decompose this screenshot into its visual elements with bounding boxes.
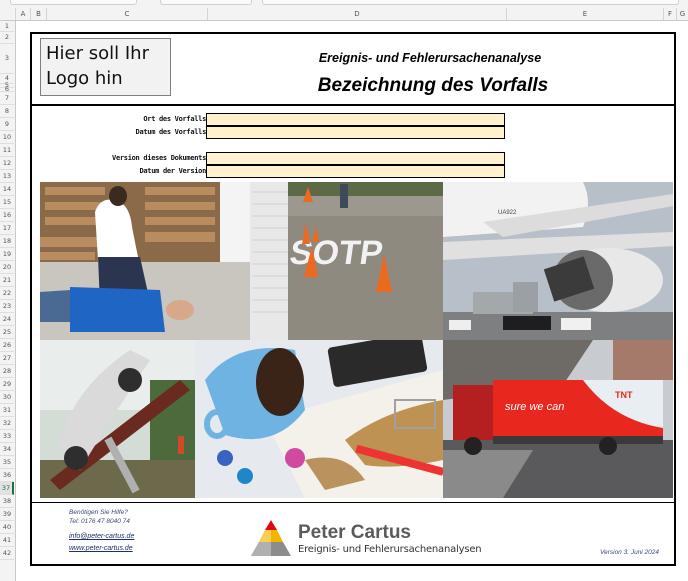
- row-header-23[interactable]: 23: [0, 300, 14, 313]
- row-header-25[interactable]: 25: [0, 326, 14, 339]
- website-link[interactable]: www.peter-cartus.de: [69, 545, 133, 552]
- column-headers: A B C D E F G: [0, 8, 688, 21]
- row-header-9[interactable]: 9: [0, 118, 14, 131]
- document-subtitle: Ereignis- und Fehlerursachenanalyse: [318, 51, 542, 65]
- field-label-document-version: Version dieses Dokuments: [112, 154, 206, 162]
- row-header-28[interactable]: 28: [0, 365, 14, 378]
- coffee-spill-photo: [195, 340, 443, 498]
- column-header-g[interactable]: G: [677, 8, 688, 20]
- row-header-17[interactable]: 17: [0, 222, 14, 235]
- row-header-42[interactable]: 42: [0, 547, 14, 560]
- row-header-41[interactable]: 41: [0, 534, 14, 547]
- row-header-38[interactable]: 38: [0, 495, 14, 508]
- row-header-35[interactable]: 35: [0, 456, 14, 469]
- logo-placeholder-line1: Hier soll Ihr: [46, 43, 149, 64]
- car-lift-photo: [40, 340, 195, 498]
- ribbon-remnant: [0, 0, 688, 8]
- svg-text:SOTP: SOTP: [288, 234, 385, 272]
- document-version-input[interactable]: [206, 152, 505, 165]
- row-header-24[interactable]: 24: [0, 313, 14, 326]
- footer-divider: [30, 502, 676, 503]
- stop-marking-photo: SOTP: [288, 182, 443, 340]
- row-header-30[interactable]: 30: [0, 391, 14, 404]
- row-header-29[interactable]: 29: [0, 378, 14, 391]
- header-divider: [30, 104, 676, 106]
- row-header-19[interactable]: 19: [0, 248, 14, 261]
- row-header-3[interactable]: 3: [0, 44, 14, 74]
- incident-title[interactable]: Bezeichnung des Vorfalls: [280, 75, 586, 97]
- truck-brand: TNT: [615, 390, 633, 400]
- pyramid-logo-icon: [251, 520, 291, 556]
- incident-location-input[interactable]: [206, 113, 505, 126]
- row-header-8[interactable]: 8: [0, 105, 14, 118]
- row-header-36[interactable]: 36: [0, 469, 14, 482]
- row-header-12[interactable]: 12: [0, 157, 14, 170]
- field-label-version-date: Datum der Version: [139, 167, 206, 175]
- row-header-22[interactable]: 22: [0, 287, 14, 300]
- column-header-a[interactable]: A: [16, 8, 31, 20]
- email-link[interactable]: info@peter-cartus.de: [69, 533, 134, 540]
- row-header-16[interactable]: 16: [0, 209, 14, 222]
- version-date-input[interactable]: [206, 165, 505, 178]
- row-header-32[interactable]: 32: [0, 417, 14, 430]
- formula-bar[interactable]: [262, 0, 679, 5]
- svg-text:UA922: UA922: [498, 210, 517, 216]
- row-header-13[interactable]: 13: [0, 170, 14, 183]
- select-all-corner[interactable]: [0, 8, 16, 20]
- truck-bridge-photo: sure we can TNT: [443, 340, 673, 498]
- row-header-27[interactable]: 27: [0, 352, 14, 365]
- row-header-39[interactable]: 39: [0, 508, 14, 521]
- row-header-18[interactable]: 18: [0, 235, 14, 248]
- incident-date-input[interactable]: [206, 126, 505, 139]
- name-box[interactable]: [10, 0, 137, 5]
- logo-placeholder-line2: Logo hin: [46, 68, 123, 89]
- truck-slogan: sure we can: [505, 401, 564, 413]
- column-header-e[interactable]: E: [507, 8, 664, 20]
- row-header-33[interactable]: 33: [0, 430, 14, 443]
- help-text: Benötigen Sie Hilfe?: [69, 509, 128, 516]
- field-label-incident-date: Datum des Vorfalls: [135, 128, 207, 136]
- row-header-40[interactable]: 40: [0, 521, 14, 534]
- column-header-b[interactable]: B: [31, 8, 47, 20]
- row-headers: 1 2 3 4 5 6 7 8 9 10 11 12 13 14 15 16 17 18 19 20 21 22 23 24 2…: [0, 21, 16, 581]
- row-header-7[interactable]: 7: [0, 92, 14, 105]
- airplane-engine-photo: UA922: [443, 182, 673, 340]
- formula-controls[interactable]: [160, 0, 252, 5]
- column-header-f[interactable]: F: [664, 8, 677, 20]
- row-header-21[interactable]: 21: [0, 274, 14, 287]
- row-header-26[interactable]: 26: [0, 339, 14, 352]
- column-header-d[interactable]: D: [208, 8, 507, 20]
- first-aid-photo: [40, 182, 288, 340]
- brand-tagline: Ereignis- und Fehlerursachenanalysen: [298, 544, 482, 555]
- field-label-incident-location: Ort des Vorfalls: [143, 115, 206, 123]
- row-header-2[interactable]: 2: [0, 32, 14, 44]
- row-header-15[interactable]: 15: [0, 196, 14, 209]
- column-header-c[interactable]: C: [47, 8, 208, 20]
- version-label: Version 3. Juni 2024: [600, 549, 660, 556]
- phone-number: Tel: 0176 47 8040 74: [69, 518, 130, 525]
- row-header-14[interactable]: 14: [0, 183, 14, 196]
- row-header-31[interactable]: 31: [0, 404, 14, 417]
- row-header-34[interactable]: 34: [0, 443, 14, 456]
- row-header-20[interactable]: 20: [0, 261, 14, 274]
- row-header-37[interactable]: 37: [0, 482, 14, 495]
- row-header-1[interactable]: 1: [0, 21, 14, 32]
- brand-name: Peter Cartus: [298, 522, 411, 543]
- row-header-11[interactable]: 11: [0, 144, 14, 157]
- row-header-10[interactable]: 10: [0, 131, 14, 144]
- logo-placeholder[interactable]: Hier soll Ihr Logo hin: [40, 38, 171, 96]
